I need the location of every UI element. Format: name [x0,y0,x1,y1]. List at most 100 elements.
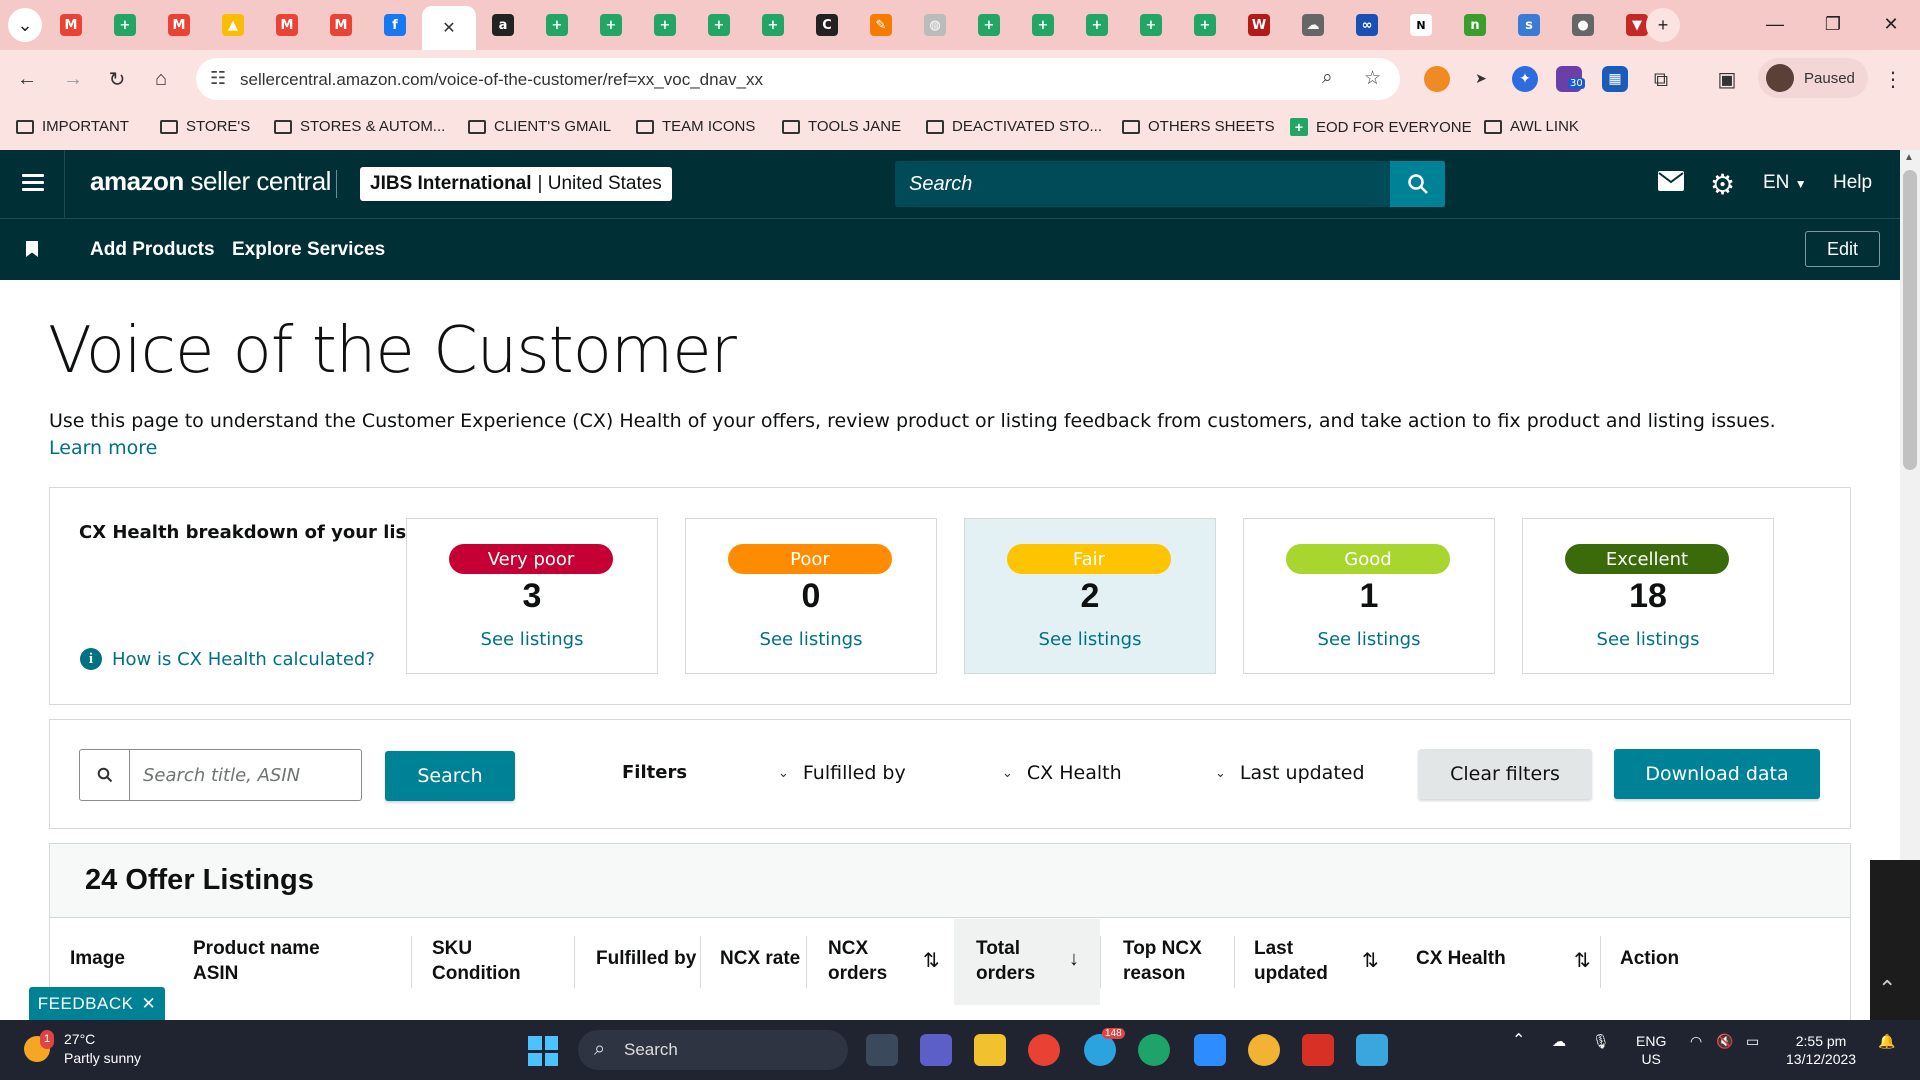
forward-button[interactable]: → [56,62,90,96]
column-header[interactable]: NCX orders [828,936,887,986]
language-selector[interactable]: EN ▼ [1763,172,1807,194]
browser-tab[interactable]: + [692,6,746,44]
extension-arrow-icon[interactable]: ➤ [1468,66,1494,92]
bookmark-item[interactable]: TOOLS JANE [782,118,901,135]
battery-icon[interactable]: ▭ [1746,1032,1759,1050]
bookmark-item[interactable]: AWL LINK [1484,118,1579,135]
browser-tab[interactable]: s [1502,6,1556,44]
account-switcher[interactable]: JIBS International | United States [360,167,672,201]
browser-tab[interactable]: ✎ [854,6,908,44]
extensions-puzzle-icon[interactable]: ⧉ [1648,66,1674,92]
bookmark-item[interactable]: DEACTIVATED STO... [926,118,1102,135]
restore-button[interactable]: ❐ [1804,0,1862,48]
column-header[interactable]: Product name ASIN [193,936,320,986]
site-info-icon[interactable]: ☷ [210,68,226,89]
column-header[interactable]: Last updated [1254,936,1328,986]
extension-gear-icon[interactable]: ✦ [1512,66,1538,92]
browser-tab[interactable]: M [44,6,98,44]
browser-tab[interactable]: + [638,6,692,44]
browser-tab[interactable]: f [368,6,422,44]
cx-health-help-link[interactable]: i How is CX Health calculated? [80,648,375,670]
home-icon[interactable]: ⌂ [144,62,178,96]
column-header[interactable]: NCX rate [720,946,800,971]
browser-tab[interactable]: ▲ [206,6,260,44]
last-updated-dropdown[interactable]: ⌄ Last updated [1215,762,1365,784]
download-data-button[interactable]: Download data [1614,749,1820,799]
nav-add-products[interactable]: Add Products [90,239,215,261]
sort-desc-icon[interactable]: ↓ [1069,948,1079,971]
browser-tab[interactable]: + [1016,6,1070,44]
settings-gear-icon[interactable]: ⚙ [1710,168,1735,201]
chevron-up-icon[interactable]: ⌃ [1512,1032,1525,1050]
bookmark-item[interactable]: STORE'S [160,118,250,135]
browser-tab[interactable]: M [152,6,206,44]
browser-tab[interactable]: ● [1556,6,1610,44]
active-tab[interactable]: ✕ [422,6,476,50]
volume-muted-icon[interactable]: 🔇 [1716,1032,1733,1050]
column-header[interactable]: Fulfilled by [596,946,696,971]
address-bar[interactable]: ☷ sellercentral.amazon.com/voice-of-the-… [196,58,1400,100]
browser-tab[interactable]: ☁ [1286,6,1340,44]
listing-search-input[interactable] [131,750,361,800]
sort-icon[interactable]: ⇅ [923,948,940,973]
bookmark-icon[interactable] [26,241,38,257]
cx-card-very-poor[interactable]: Very poor 3 See listings [406,518,658,674]
extension-firefox-icon[interactable] [1424,66,1450,92]
telegram-icon[interactable]: 148 [1084,1028,1125,1066]
column-header[interactable]: Top NCX reason [1123,936,1202,986]
browser-tab[interactable]: M [314,6,368,44]
chrome-icon[interactable] [1028,1034,1060,1066]
start-button[interactable] [528,1036,558,1066]
menu-dots-icon[interactable]: ⋮ [1876,62,1910,96]
scrollbar-thumb[interactable] [1903,170,1917,470]
browser-tab[interactable]: ◍ [908,6,962,44]
see-listings-link[interactable]: See listings [1523,629,1773,650]
app-icon[interactable] [1356,1034,1388,1066]
learn-more-link[interactable]: Learn more [49,437,157,459]
sort-icon[interactable]: ⇅ [1574,948,1591,973]
language-indicator[interactable]: ENG US [1636,1032,1666,1068]
clear-filters-button[interactable]: Clear filters [1418,749,1592,799]
cx-card-good[interactable]: Good 1 See listings [1243,518,1495,674]
bookmark-item[interactable]: CLIENT'S GMAIL [468,118,611,135]
weather-widget[interactable]: 1 27°C Partly sunny [24,1030,141,1068]
column-header[interactable]: Image [70,946,125,971]
fulfilled-by-dropdown[interactable]: ⌄ Fulfilled by [778,762,906,784]
wps-icon[interactable] [1302,1034,1334,1066]
bookmark-item[interactable]: IMPORTANT [16,118,129,135]
wifi-icon[interactable]: ◠ [1690,1032,1702,1050]
file-explorer-icon[interactable] [974,1034,1006,1066]
edit-nav-button[interactable]: Edit [1805,231,1880,267]
browser-tab[interactable]: + [98,6,152,44]
back-button[interactable]: ← [10,62,44,96]
browser-tab[interactable]: W [1232,6,1286,44]
browser-tab[interactable]: + [584,6,638,44]
browser-tab[interactable]: + [530,6,584,44]
tab-search-button[interactable]: ⌄ [8,8,42,42]
cx-card-poor[interactable]: Poor 0 See listings [685,518,937,674]
nav-explore-services[interactable]: Explore Services [232,239,385,261]
clock[interactable]: 2:55 pm 13/12/2023 [1786,1032,1856,1068]
edge-icon[interactable] [1138,1034,1170,1066]
profile-button[interactable]: Paused [1758,58,1868,98]
header-search-button[interactable] [1390,161,1445,207]
browser-tab[interactable]: + [1178,6,1232,44]
video-thumbnail[interactable]: ⌃ [1870,860,1920,1020]
browser-tab[interactable]: N [1394,6,1448,44]
cx-health-dropdown[interactable]: ⌄ CX Health [1002,762,1122,784]
microphone-icon[interactable]: 🎙 [1592,1032,1610,1050]
mail-icon[interactable] [1658,170,1684,198]
zoom-icon[interactable]: ⌕ [1322,67,1333,89]
chrome-yellow-icon[interactable] [1248,1034,1280,1066]
browser-tab[interactable]: + [746,6,800,44]
browser-tab[interactable]: C [800,6,854,44]
task-view-icon[interactable] [866,1034,898,1066]
see-listings-link[interactable]: See listings [965,629,1215,650]
browser-tab[interactable]: a [476,6,530,44]
reload-button[interactable]: ↻ [100,62,134,96]
extension-grid-icon[interactable]: ▦ [1602,66,1628,92]
bookmark-item[interactable]: TEAM ICONS [636,118,755,135]
bookmark-star-icon[interactable]: ☆ [1364,67,1381,90]
sort-icon[interactable]: ⇅ [1362,948,1379,973]
notification-bell-icon[interactable]: 🔔 [1878,1032,1895,1050]
